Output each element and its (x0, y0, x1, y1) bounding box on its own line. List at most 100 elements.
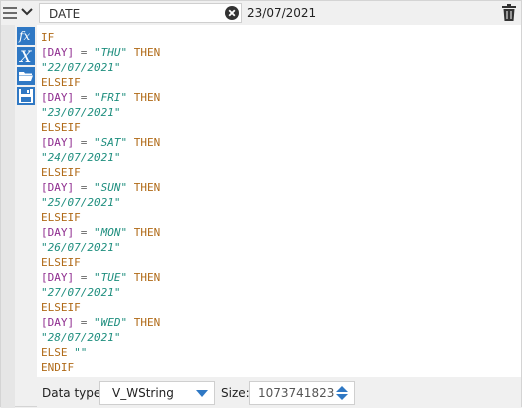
code-line: "28/07/2021" (41, 330, 160, 345)
code-line: ELSEIF (41, 300, 160, 315)
code-line: ELSEIF (41, 255, 160, 270)
menu-icon[interactable] (3, 5, 17, 21)
code-line: "24/07/2021" (41, 150, 160, 165)
code-token: ELSEIF (41, 166, 81, 179)
code-token: "26/07/2021" (41, 241, 121, 254)
code-line: "23/07/2021" (41, 105, 160, 120)
code-token: "27/07/2021" (41, 286, 121, 299)
code-token: ELSE (41, 346, 68, 359)
code-token: "SAT" (94, 136, 128, 149)
clear-icon[interactable] (225, 6, 239, 20)
code-token: "MON" (94, 226, 128, 239)
code-token: THEN (133, 46, 161, 59)
expression-header: DATE 23/07/2021 (1, 1, 521, 25)
output-field-select[interactable]: DATE (39, 3, 242, 23)
expression-editor[interactable]: IF [DAY] = "THU" THEN "22/07/2021" ELSEIF [D… (37, 25, 521, 377)
data-type-value: V_WString (112, 386, 174, 400)
code-token: = (74, 46, 94, 59)
code-token: THEN (133, 316, 161, 329)
code-token: THEN (133, 91, 161, 104)
code-token: "SUN" (94, 181, 128, 194)
data-type-label: Data type: (42, 386, 106, 400)
svg-text:fx: fx (18, 29, 30, 43)
code-token: ELSEIF (41, 211, 81, 224)
code-token: "FRI" (94, 91, 128, 104)
code-line: [DAY] = "TUE" THEN (41, 270, 160, 285)
save-icon[interactable] (17, 87, 35, 105)
code-token: = (74, 316, 94, 329)
code-token: "24/07/2021" (41, 151, 121, 164)
size-label: Size: (221, 386, 250, 400)
left-gutter (1, 25, 15, 408)
code-token: "" (74, 346, 88, 359)
code-token: [DAY] (41, 226, 75, 239)
code-token: ELSEIF (41, 76, 81, 89)
code-line: [DAY] = "SUN" THEN (41, 180, 160, 195)
code-line: [DAY] = "SAT" THEN (41, 135, 160, 150)
data-type-dropdown[interactable]: V_WString (99, 381, 215, 405)
code-token: = (74, 271, 94, 284)
spinner-icon[interactable] (334, 384, 350, 402)
code-token: "22/07/2021" (41, 61, 121, 74)
code-token: [DAY] (41, 91, 75, 104)
function-icon[interactable]: fx (17, 27, 35, 45)
chevron-down-icon[interactable] (20, 6, 34, 18)
code-token: ELSEIF (41, 121, 81, 134)
code-line: [DAY] = "THU" THEN (41, 45, 160, 60)
code-token: [DAY] (41, 271, 75, 284)
svg-text:X: X (18, 47, 32, 65)
open-icon[interactable] (17, 67, 35, 85)
code-token: ELSEIF (41, 301, 81, 314)
dropdown-arrow-icon (196, 390, 208, 397)
code-token: THEN (133, 226, 161, 239)
code-line: ELSEIF (41, 75, 160, 90)
code-token: "TUE" (94, 271, 128, 284)
code-line: ENDIF (41, 360, 160, 375)
code-token: = (74, 181, 94, 194)
code-token: = (74, 226, 94, 239)
formula-panel: DATE 23/07/2021 fx X IF [DAY] = "THU" TH… (0, 0, 522, 408)
code-line: ELSEIF (41, 120, 160, 135)
code-token: ENDIF (41, 361, 75, 374)
preview-value: 23/07/2021 (247, 6, 317, 20)
code-token: = (74, 136, 94, 149)
code-line: "22/07/2021" (41, 60, 160, 75)
code-token: IF (41, 31, 55, 44)
code-token: "25/07/2021" (41, 196, 121, 209)
expression-code: IF [DAY] = "THU" THEN "22/07/2021" ELSEIF [D… (41, 30, 160, 375)
code-token: [DAY] (41, 136, 75, 149)
code-token: = (74, 91, 94, 104)
code-token: ELSEIF (41, 256, 81, 269)
code-line: "27/07/2021" (41, 285, 160, 300)
code-line: "25/07/2021" (41, 195, 160, 210)
code-token: "WED" (94, 316, 128, 329)
code-token: [DAY] (41, 181, 75, 194)
code-line: "26/07/2021" (41, 240, 160, 255)
size-input[interactable]: 1073741823 (249, 381, 355, 405)
code-line: ELSEIF (41, 210, 160, 225)
code-token: "28/07/2021" (41, 331, 121, 344)
code-token: "23/07/2021" (41, 106, 121, 119)
code-line: [DAY] = "FRI" THEN (41, 90, 160, 105)
code-line: ELSE "" (41, 345, 160, 360)
variable-icon[interactable]: X (17, 47, 35, 65)
code-token: THEN (133, 271, 161, 284)
output-field-name: DATE (49, 7, 81, 21)
trash-icon[interactable] (501, 4, 517, 21)
code-line: [DAY] = "MON" THEN (41, 225, 160, 240)
code-token: [DAY] (41, 46, 75, 59)
code-token: "THU" (94, 46, 128, 59)
code-token: [DAY] (41, 316, 75, 329)
code-line: [DAY] = "WED" THEN (41, 315, 160, 330)
size-value: 1073741823 (258, 386, 335, 400)
code-line: IF (41, 30, 160, 45)
code-token: THEN (133, 181, 161, 194)
code-token: THEN (133, 136, 161, 149)
